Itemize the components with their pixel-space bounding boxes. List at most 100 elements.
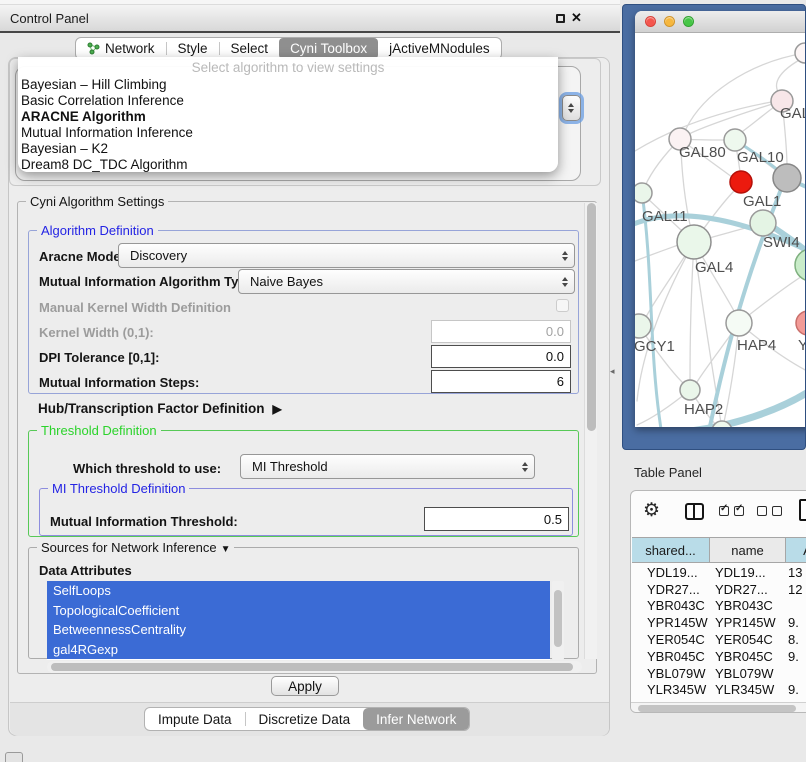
table-row[interactable]: YER054CYER054C8. bbox=[632, 631, 806, 648]
network-node-GAL10[interactable] bbox=[724, 129, 746, 151]
scrollbar-thumb[interactable] bbox=[51, 663, 573, 671]
threshold-definition-group: Threshold Definition Which threshold to … bbox=[28, 430, 579, 537]
table-row[interactable]: YBR043CYBR043C bbox=[632, 598, 806, 615]
data-attributes-list[interactable]: SelfLoops TopologicalCoefficient Between… bbox=[47, 581, 550, 660]
network-node-label: Y bbox=[798, 337, 806, 354]
aracne-mode-label: Aracne Mode: bbox=[39, 249, 125, 264]
dpi-tolerance-field[interactable]: 0.0 bbox=[431, 345, 571, 368]
scrollbar-thumb[interactable] bbox=[638, 705, 796, 712]
table-cell: 8. bbox=[786, 632, 799, 647]
mi-threshold-field[interactable]: 0.5 bbox=[424, 507, 569, 531]
scrollbar-thumb[interactable] bbox=[554, 590, 562, 647]
network-window-titlebar[interactable] bbox=[635, 11, 806, 33]
network-node-label: GAL1 bbox=[743, 193, 781, 210]
attribute-item[interactable]: BetweennessCentrality bbox=[47, 620, 550, 640]
network-node-GAL4[interactable] bbox=[677, 225, 711, 259]
attributes-scrollbar[interactable] bbox=[552, 581, 564, 660]
collapse-divider-icon[interactable]: ◂ bbox=[610, 366, 615, 377]
algorithm-option[interactable]: Bayesian – K2 bbox=[18, 141, 558, 157]
network-canvas[interactable]: GAL2GAL80GAL10GAL1GAL11SWI4GAL4GCY1HAP4Y… bbox=[635, 33, 806, 427]
tab-network[interactable]: Network bbox=[76, 38, 166, 59]
scrollbar-thumb[interactable] bbox=[587, 203, 596, 431]
mi-steps-field[interactable]: 6 bbox=[431, 370, 571, 393]
column-header-shared-name[interactable]: shared... bbox=[632, 538, 710, 562]
table-horizontal-scrollbar[interactable] bbox=[631, 702, 806, 713]
attribute-item[interactable]: SelfLoops bbox=[47, 581, 550, 601]
hub-definition-toggle[interactable]: Hub/Transcription Factor Definition▶ bbox=[38, 401, 282, 416]
table-panel-titlebar: Table Panel bbox=[622, 455, 806, 490]
table-cell: 13 bbox=[786, 565, 802, 580]
algorithm-option[interactable]: Bayesian – Hill Climbing bbox=[18, 77, 558, 93]
tab-infer-network[interactable]: Infer Network bbox=[363, 708, 469, 730]
network-node-HAP2[interactable] bbox=[680, 380, 700, 400]
network-view-frame[interactable]: GAL2GAL80GAL10GAL1GAL11SWI4GAL4GCY1HAP4Y… bbox=[622, 4, 806, 450]
float-window-icon[interactable] bbox=[556, 14, 565, 23]
network-edge bbox=[635, 244, 681, 261]
table-row[interactable]: YDL19...YDL19...13 bbox=[632, 564, 806, 581]
table-row[interactable]: YDR27...YDR27...12 bbox=[632, 581, 806, 598]
network-node-SWI4[interactable] bbox=[750, 210, 776, 236]
kernel-width-field: 0.0 bbox=[431, 320, 571, 343]
network-node-green-right[interactable] bbox=[795, 249, 806, 281]
kernel-width-value: 0.0 bbox=[546, 324, 564, 339]
corner-widget-icon[interactable] bbox=[5, 752, 23, 762]
unchecked-checkbox-icon[interactable] bbox=[757, 506, 767, 516]
manual-kernel-checkbox[interactable] bbox=[556, 299, 569, 312]
network-node-GCY1[interactable] bbox=[635, 314, 651, 338]
network-node-salmon-right[interactable] bbox=[796, 311, 806, 335]
table-row[interactable]: YLR345WYLR345W9. bbox=[632, 682, 806, 699]
settings-horizontal-scrollbar[interactable] bbox=[47, 661, 582, 673]
sources-toggle[interactable]: Sources for Network Inference ▼ bbox=[37, 540, 234, 557]
sources-title: Sources for Network Inference bbox=[41, 540, 217, 555]
which-threshold-label: Which threshold to use: bbox=[73, 461, 221, 476]
mi-type-value: Naive Bayes bbox=[250, 274, 323, 289]
column-header-name[interactable]: name bbox=[710, 538, 786, 562]
table-cell: YDL19... bbox=[632, 565, 710, 580]
network-node-top-partial[interactable] bbox=[795, 43, 806, 63]
apply-button[interactable]: Apply bbox=[271, 676, 339, 696]
algorithm-option[interactable]: Mutual Information Inference bbox=[18, 125, 558, 141]
unchecked-checkbox-icon[interactable] bbox=[772, 506, 782, 516]
aracne-mode-combo[interactable]: Discovery bbox=[118, 243, 575, 268]
tab-impute-data[interactable]: Impute Data bbox=[145, 708, 245, 730]
combo-stepper-button[interactable] bbox=[562, 95, 581, 121]
network-node-label: GCY1 bbox=[635, 338, 675, 355]
mi-threshold-label: Mutual Information Threshold: bbox=[50, 514, 238, 529]
network-node-GAL1[interactable] bbox=[730, 171, 752, 193]
expand-down-icon: ▼ bbox=[221, 542, 231, 557]
close-icon[interactable]: ✕ bbox=[571, 10, 582, 26]
table-row[interactable]: YPR145WYPR145W9. bbox=[632, 614, 806, 631]
table-row[interactable]: YBL079WYBL079W bbox=[632, 665, 806, 682]
network-node-gray-node[interactable] bbox=[773, 164, 801, 192]
algorithm-option-selected[interactable]: ARACNE Algorithm bbox=[18, 109, 558, 125]
settings-vertical-scrollbar[interactable] bbox=[584, 203, 597, 659]
which-threshold-value: MI Threshold bbox=[252, 459, 328, 474]
network-node-label: GAL11 bbox=[642, 208, 688, 225]
document-icon[interactable] bbox=[799, 499, 806, 521]
mi-type-combo[interactable]: Naive Bayes bbox=[238, 269, 575, 294]
column-header-partial[interactable]: A bbox=[786, 538, 806, 562]
which-threshold-combo[interactable]: MI Threshold bbox=[240, 454, 535, 479]
checked-checkbox-icon[interactable] bbox=[719, 506, 729, 516]
tab-jactivemnodules[interactable]: jActiveMNodules bbox=[378, 38, 501, 59]
network-node-HAP4[interactable] bbox=[726, 310, 752, 336]
zoom-traffic-icon[interactable] bbox=[683, 16, 694, 27]
network-node-GAL11[interactable] bbox=[635, 183, 652, 203]
tab-discretize-data[interactable]: Discretize Data bbox=[246, 708, 364, 730]
attribute-item[interactable]: gal4RGexp bbox=[47, 640, 550, 660]
tab-cyni-toolbox[interactable]: Cyni Toolbox bbox=[279, 38, 378, 59]
tab-select[interactable]: Select bbox=[220, 38, 280, 59]
close-traffic-icon[interactable] bbox=[645, 16, 656, 27]
algorithm-option[interactable]: Basic Correlation Inference bbox=[18, 93, 558, 109]
minimize-traffic-icon[interactable] bbox=[664, 16, 675, 27]
split-view-icon[interactable] bbox=[685, 503, 704, 520]
control-panel-titlebar: Control Panel ✕ bbox=[0, 5, 620, 33]
hub-definition-label: Hub/Transcription Factor Definition bbox=[38, 401, 265, 416]
checked-checkbox-icon[interactable] bbox=[734, 506, 744, 516]
attribute-item[interactable]: TopologicalCoefficient bbox=[47, 601, 550, 621]
gear-icon[interactable]: ⚙ bbox=[643, 499, 660, 522]
mi-steps-value: 6 bbox=[557, 374, 564, 389]
algorithm-option[interactable]: Dream8 DC_TDC Algorithm bbox=[18, 157, 558, 173]
tab-style[interactable]: Style bbox=[167, 38, 219, 59]
table-row[interactable]: YBR045CYBR045C9. bbox=[632, 648, 806, 665]
